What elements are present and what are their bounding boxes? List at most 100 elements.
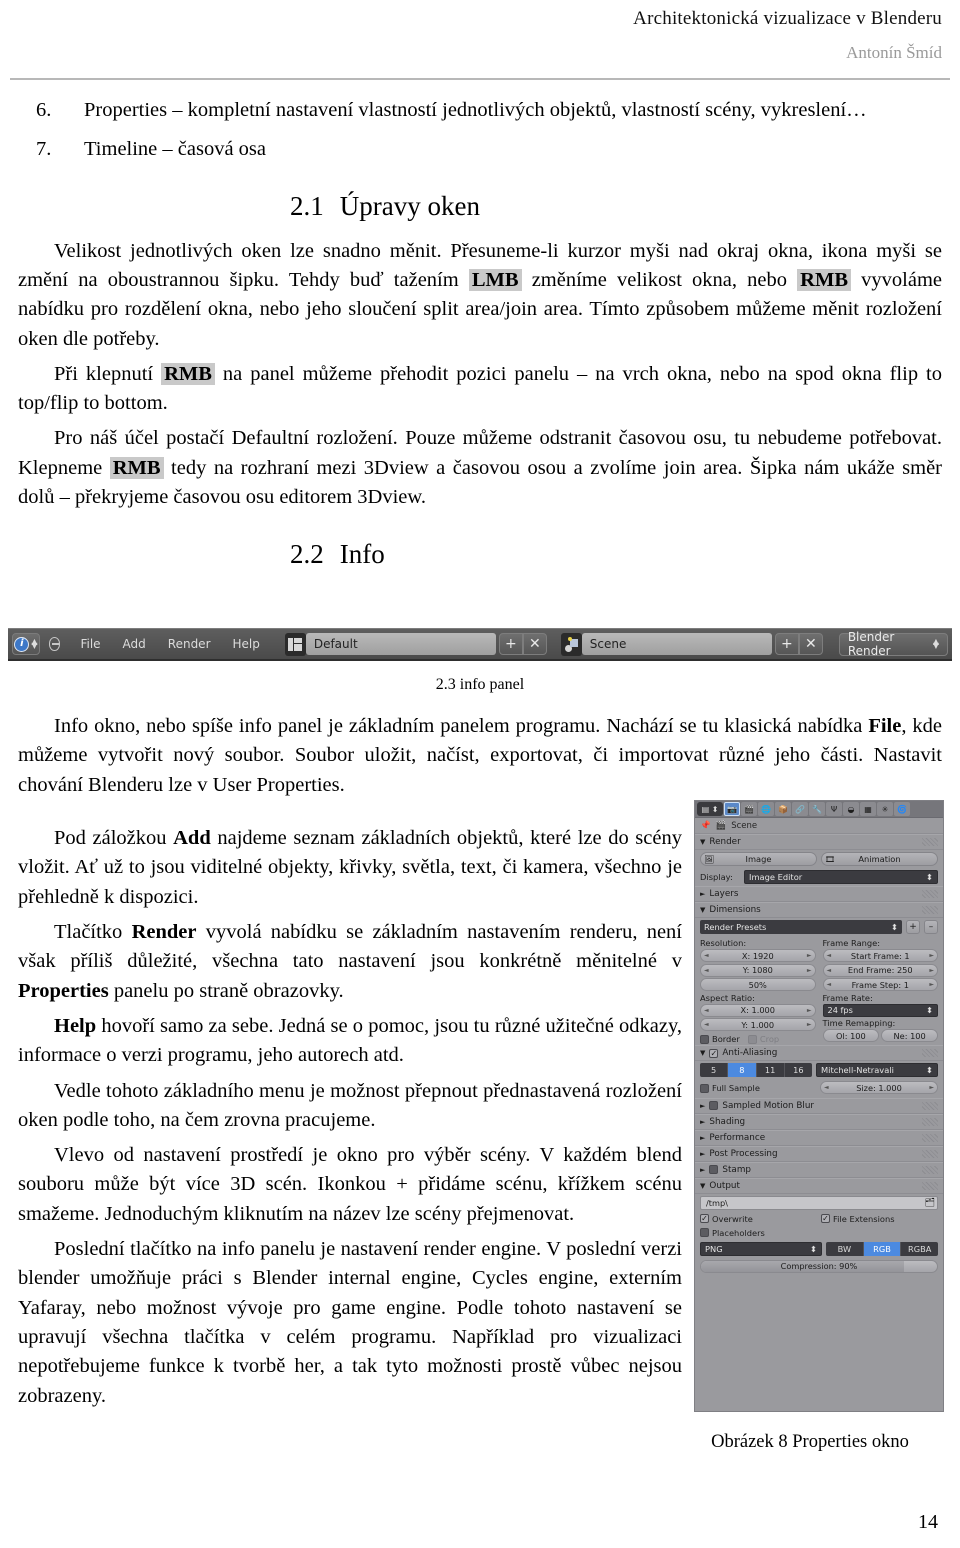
compression-slider[interactable]: Compression: 90% <box>700 1259 938 1273</box>
time-remap-old-value: Ol: 100 <box>836 1030 866 1041</box>
physics-tab-icon[interactable]: 🌀 <box>894 802 910 816</box>
section-output[interactable]: ▼ Output <box>695 1177 943 1194</box>
motion-blur-checkbox[interactable] <box>709 1101 719 1110</box>
menu-file[interactable]: File <box>69 637 111 651</box>
chevron-right-icon: ► <box>700 1165 706 1174</box>
overwrite-checkbox[interactable]: ✓ Overwrite <box>700 1214 817 1224</box>
grip-handle <box>922 890 938 898</box>
resolution-x-field[interactable]: ◄ X: 1920 ► <box>700 949 816 962</box>
time-remap-new-field[interactable]: Ne: 100 <box>881 1029 938 1042</box>
section-post-processing[interactable]: ► Post Processing <box>695 1145 943 1162</box>
scene-tab-icon[interactable]: 🎬 <box>741 802 757 816</box>
render-presets-select[interactable]: Render Presets ⬍ <box>700 920 902 934</box>
section-layers[interactable]: ► Layers <box>695 886 943 902</box>
numbered-list: 6. Properties – kompletní nastavení vlas… <box>0 96 960 164</box>
add-layout-button[interactable]: + <box>498 633 523 655</box>
resolution-y-field[interactable]: ◄ Y: 1080 ► <box>700 963 816 977</box>
aa-sample-8[interactable]: 8 <box>728 1063 757 1077</box>
border-checkbox[interactable]: Border <box>700 1034 740 1044</box>
output-path-field[interactable]: /tmp\ 🗂 <box>700 1195 938 1210</box>
remove-scene-button[interactable]: ✕ <box>798 633 823 655</box>
header-divider <box>10 78 950 80</box>
add-scene-button[interactable]: + <box>774 633 799 655</box>
section-dimensions[interactable]: ▼ Dimensions <box>695 902 943 918</box>
aa-sample-5[interactable]: 5 <box>700 1063 729 1077</box>
display-select[interactable]: Image Editor ⬍ <box>744 870 938 884</box>
particles-tab-icon[interactable]: ✳ <box>877 802 893 816</box>
right-arrow-icon: ► <box>929 1084 934 1091</box>
section-stamp[interactable]: ► Stamp <box>695 1161 943 1178</box>
render-animation-button[interactable]: 🎞 Animation <box>821 852 938 866</box>
blender-info-panel-figure: i ▲ ▼ File Add Render Help Default + ✕ Sc… <box>8 628 952 661</box>
left-arrow-icon: ◄ <box>826 981 832 988</box>
data-tab-icon[interactable]: Ψ <box>826 802 842 816</box>
folder-icon[interactable]: 🗂 <box>925 1197 935 1208</box>
resolution-y-value: Y: 1080 <box>742 965 773 975</box>
scene-field[interactable]: Scene <box>581 633 772 655</box>
aa-sample-16[interactable]: 16 <box>784 1063 812 1077</box>
section-title: Úpravy oken <box>339 191 480 222</box>
checkbox-icon <box>747 1034 757 1044</box>
aa-filter-select[interactable]: Mitchell-Netravali ⬍ <box>816 1063 938 1077</box>
time-remap-old-field[interactable]: Ol: 100 <box>822 1029 880 1042</box>
editor-type-button[interactable]: i ▲ ▼ <box>12 633 40 655</box>
placeholders-checkbox[interactable]: Placeholders <box>700 1228 765 1238</box>
section-sampled-motion-blur[interactable]: ► Sampled Motion Blur <box>695 1097 943 1114</box>
menu-render[interactable]: Render <box>157 637 222 651</box>
menu-help[interactable]: Help <box>222 637 271 651</box>
aa-size-field[interactable]: ◄ Size: 1.000 ► <box>820 1081 938 1094</box>
grip-handle <box>922 1181 938 1190</box>
aa-sample-11[interactable]: 11 <box>756 1063 785 1077</box>
screen-layout-field[interactable]: Default <box>305 633 496 655</box>
right-arrow-icon: ► <box>806 1021 812 1028</box>
paragraph-help: Help hovoří samo za sebe. Jedná se o pom… <box>18 1012 682 1071</box>
constraints-tab-icon[interactable]: 🔗 <box>792 802 808 816</box>
file-extensions-checkbox[interactable]: ✓ File Extensions <box>821 1214 938 1224</box>
modifiers-tab-icon[interactable]: 🔧 <box>809 802 825 816</box>
stamp-checkbox[interactable] <box>709 1165 719 1174</box>
fps-select[interactable]: 24 fps ⬍ <box>822 1003 938 1017</box>
document-body: 6. Properties – kompletní nastavení vlas… <box>0 96 960 585</box>
chevron-updown-icon: ▲ ▼ <box>932 637 939 650</box>
list-item-number: 6. <box>36 99 52 121</box>
checkbox-icon: ✓ <box>821 1214 830 1223</box>
aspect-x-field[interactable]: ◄ X: 1.000 ► <box>700 1003 816 1017</box>
render-tab-icon[interactable]: 📷 <box>724 802 740 816</box>
color-mode-rgba[interactable]: RGBA <box>901 1241 939 1256</box>
end-frame-field[interactable]: ◄ End Frame: 250 ► <box>822 963 938 977</box>
file-format-select[interactable]: PNG ⬍ <box>700 1241 822 1256</box>
color-mode-enum: BW RGB RGBA <box>826 1241 939 1256</box>
remove-preset-button[interactable]: – <box>924 920 938 934</box>
texture-tab-icon[interactable]: ▦ <box>860 802 876 816</box>
section-render[interactable]: ▼ Render <box>695 834 943 850</box>
pin-icon[interactable]: 📌 <box>700 821 711 831</box>
section-heading-2-2: 2.2 Info <box>0 538 960 570</box>
section-dimensions-label: Dimensions <box>709 905 761 915</box>
color-mode-bw[interactable]: BW <box>826 1241 864 1256</box>
full-sample-checkbox[interactable]: Full Sample <box>700 1083 816 1093</box>
anti-aliasing-checkbox[interactable]: ✓ <box>709 1048 719 1058</box>
crop-checkbox[interactable]: Crop <box>747 1034 779 1044</box>
frame-step-field[interactable]: ◄ Frame Step: 1 ► <box>822 978 938 991</box>
section-anti-aliasing[interactable]: ▼ ✓ Anti-Aliasing <box>695 1045 943 1061</box>
section-render-label: Render <box>709 837 741 847</box>
add-preset-button[interactable]: + <box>906 920 920 934</box>
section-shading[interactable]: ► Shading <box>695 1113 943 1130</box>
render-engine-dropdown[interactable]: Blender Render ▲ ▼ <box>838 630 948 658</box>
section-performance[interactable]: ► Performance <box>695 1129 943 1146</box>
remove-layout-button[interactable]: ✕ <box>522 633 547 655</box>
start-frame-field[interactable]: ◄ Start Frame: 1 ► <box>822 949 938 962</box>
world-tab-icon[interactable]: 🌐 <box>758 802 774 816</box>
render-image-button[interactable]: 🖼 Image <box>700 852 817 866</box>
material-tab-icon[interactable]: ◒ <box>843 802 859 816</box>
editor-type-selector[interactable]: ▤ ⬍ <box>697 802 723 816</box>
aspect-y-field[interactable]: ◄ Y: 1.000 ► <box>700 1018 816 1031</box>
screen-layout-icon[interactable] <box>284 632 306 656</box>
menu-add[interactable]: Add <box>112 637 157 651</box>
collapse-menu-icon[interactable] <box>48 637 61 651</box>
resolution-percent-field[interactable]: 50% <box>700 978 816 991</box>
left-arrow-icon: ◄ <box>824 1084 829 1091</box>
color-mode-rgb[interactable]: RGB <box>863 1241 902 1256</box>
aa-filter-value: Mitchell-Netravali <box>821 1065 894 1075</box>
object-tab-icon[interactable]: 📦 <box>775 802 791 816</box>
